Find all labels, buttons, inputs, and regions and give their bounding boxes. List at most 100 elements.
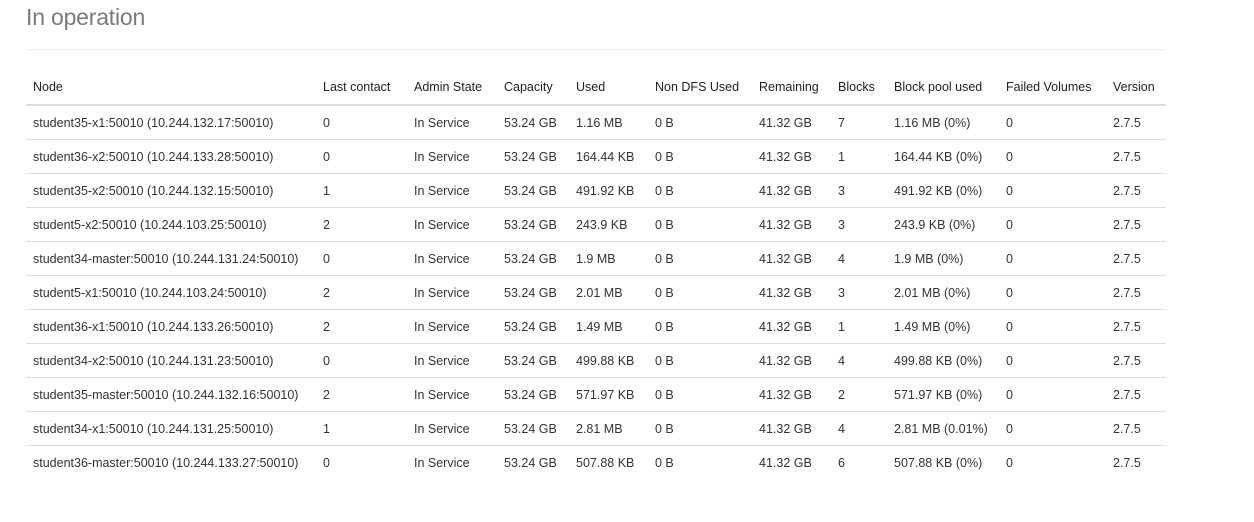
node-cell: student36-x2:50010 (10.244.133.28:50010) bbox=[26, 139, 316, 174]
column-header-node[interactable]: Node bbox=[26, 70, 316, 106]
capacity-cell: 53.24 GB bbox=[497, 105, 569, 140]
block-pool-used-cell: 164.44 KB (0%) bbox=[887, 139, 999, 174]
column-header-failed-volumes[interactable]: Failed Volumes bbox=[999, 70, 1106, 106]
remaining-cell: 41.32 GB bbox=[752, 207, 831, 242]
blocks-cell: 2 bbox=[831, 377, 887, 412]
blocks-cell: 4 bbox=[831, 241, 887, 276]
last-contact-cell: 2 bbox=[316, 377, 407, 412]
last-contact-cell: 0 bbox=[323, 455, 330, 470]
remaining-cell: 41.32 GB bbox=[752, 275, 831, 310]
column-header-last-contact[interactable]: Last contact bbox=[316, 70, 407, 106]
node-cell: student35-master:50010 (10.244.132.16:50… bbox=[26, 377, 316, 412]
used-cell: 1.16 MB bbox=[569, 105, 648, 140]
node-cell: student34-x1:50010 (10.244.131.25:50010) bbox=[26, 411, 316, 446]
version-cell: 2.7.5 bbox=[1106, 105, 1166, 140]
capacity-cell: 53.24 GB bbox=[497, 377, 569, 412]
last-contact-cell: 2 bbox=[316, 309, 407, 344]
remaining-cell: 41.32 GB bbox=[752, 377, 831, 412]
column-header-version[interactable]: Version bbox=[1106, 70, 1166, 106]
admin-state-cell: In Service bbox=[407, 139, 497, 174]
failed-volumes-cell: 0 bbox=[999, 343, 1106, 378]
admin-state-cell: In Service bbox=[414, 455, 470, 470]
column-header-non-dfs-used[interactable]: Non DFS Used bbox=[648, 70, 752, 106]
version-cell: 2.7.5 bbox=[1106, 241, 1166, 276]
node-cell: student34-x2:50010 (10.244.131.23:50010) bbox=[26, 343, 316, 378]
non-dfs-used-cell: 0 B bbox=[648, 105, 752, 140]
node-cell: student36-master:50010 (10.244.133.27:50… bbox=[33, 455, 299, 470]
non-dfs-used-cell: 0 B bbox=[648, 241, 752, 276]
last-contact-cell: 1 bbox=[316, 411, 407, 446]
last-contact-cell: 0 bbox=[316, 343, 407, 378]
section-title: In operation bbox=[26, 4, 146, 30]
non-dfs-used-cell: 0 B bbox=[648, 139, 752, 174]
failed-volumes-cell: 0 bbox=[999, 241, 1106, 276]
column-header-capacity[interactable]: Capacity bbox=[497, 70, 569, 106]
table-row: student36-master:50010 (10.244.133.27:50… bbox=[26, 446, 1166, 480]
capacity-cell: 53.24 GB bbox=[497, 207, 569, 242]
version-cell: 2.7.5 bbox=[1106, 377, 1166, 412]
version-cell: 2.7.5 bbox=[1113, 455, 1141, 470]
used-cell: 1.49 MB bbox=[569, 309, 648, 344]
capacity-cell: 53.24 GB bbox=[497, 139, 569, 174]
section-divider bbox=[26, 49, 1166, 50]
non-dfs-used-cell: 0 B bbox=[655, 455, 674, 470]
last-contact-cell: 2 bbox=[316, 275, 407, 310]
column-header-used[interactable]: Used bbox=[569, 70, 648, 106]
remaining-cell: 41.32 GB bbox=[752, 309, 831, 344]
column-header-remaining[interactable]: Remaining bbox=[752, 70, 831, 106]
used-cell: 571.97 KB bbox=[569, 377, 648, 412]
used-cell: 499.88 KB bbox=[569, 343, 648, 378]
admin-state-cell: In Service bbox=[407, 275, 497, 310]
version-cell: 2.7.5 bbox=[1106, 173, 1166, 208]
capacity-cell: 53.24 GB bbox=[497, 411, 569, 446]
block-pool-used-cell: 1.9 MB (0%) bbox=[887, 241, 999, 276]
block-pool-used-cell: 1.16 MB (0%) bbox=[887, 105, 999, 140]
non-dfs-used-cell: 0 B bbox=[648, 173, 752, 208]
non-dfs-used-cell: 0 B bbox=[648, 309, 752, 344]
table-row: student34-x2:50010 (10.244.131.23:50010)… bbox=[26, 343, 1166, 378]
remaining-cell: 41.32 GB bbox=[752, 411, 831, 446]
used-cell: 2.01 MB bbox=[569, 275, 648, 310]
column-header-block-pool-used[interactable]: Block pool used bbox=[887, 70, 999, 106]
remaining-cell: 41.32 GB bbox=[752, 241, 831, 276]
used-cell: 2.81 MB bbox=[569, 411, 648, 446]
column-header-blocks[interactable]: Blocks bbox=[831, 70, 887, 106]
failed-volumes-cell: 0 bbox=[999, 309, 1106, 344]
table-row: student35-x2:50010 (10.244.132.15:50010)… bbox=[26, 173, 1166, 208]
block-pool-used-cell: 243.9 KB (0%) bbox=[887, 207, 999, 242]
blocks-cell: 1 bbox=[831, 139, 887, 174]
node-cell: student35-x2:50010 (10.244.132.15:50010) bbox=[26, 173, 316, 208]
failed-volumes-cell: 0 bbox=[999, 173, 1106, 208]
node-cell: student5-x2:50010 (10.244.103.25:50010) bbox=[26, 207, 316, 242]
last-contact-cell: 0 bbox=[316, 241, 407, 276]
blocks-cell: 3 bbox=[831, 275, 887, 310]
version-cell: 2.7.5 bbox=[1106, 343, 1166, 378]
failed-volumes-cell: 0 bbox=[999, 207, 1106, 242]
failed-volumes-cell: 0 bbox=[999, 411, 1106, 446]
capacity-cell: 53.24 GB bbox=[497, 343, 569, 378]
admin-state-cell: In Service bbox=[407, 207, 497, 242]
failed-volumes-cell: 0 bbox=[999, 105, 1106, 140]
blocks-cell: 4 bbox=[831, 343, 887, 378]
table-row: student35-master:50010 (10.244.132.16:50… bbox=[26, 377, 1166, 412]
table-row: student36-x1:50010 (10.244.133.26:50010)… bbox=[26, 309, 1166, 344]
admin-state-cell: In Service bbox=[407, 309, 497, 344]
table-row: student5-x1:50010 (10.244.103.24:50010) 2… bbox=[26, 275, 1166, 310]
blocks-cell: 7 bbox=[831, 105, 887, 140]
admin-state-cell: In Service bbox=[407, 241, 497, 276]
blocks-cell: 4 bbox=[831, 411, 887, 446]
remaining-cell: 41.32 GB bbox=[759, 455, 812, 470]
capacity-cell: 53.24 GB bbox=[497, 275, 569, 310]
version-cell: 2.7.5 bbox=[1106, 139, 1166, 174]
block-pool-used-cell: 1.49 MB (0%) bbox=[887, 309, 999, 344]
table-row: student35-x1:50010 (10.244.132.17:50010)… bbox=[26, 105, 1166, 140]
last-contact-cell: 0 bbox=[316, 139, 407, 174]
version-cell: 2.7.5 bbox=[1106, 207, 1166, 242]
failed-volumes-cell: 0 bbox=[999, 377, 1106, 412]
block-pool-used-cell: 2.01 MB (0%) bbox=[887, 275, 999, 310]
used-cell: 1.9 MB bbox=[569, 241, 648, 276]
node-cell: student5-x1:50010 (10.244.103.24:50010) bbox=[26, 275, 316, 310]
version-cell: 2.7.5 bbox=[1106, 309, 1166, 344]
column-header-admin-state[interactable]: Admin State bbox=[407, 70, 497, 106]
used-cell: 491.92 KB bbox=[569, 173, 648, 208]
